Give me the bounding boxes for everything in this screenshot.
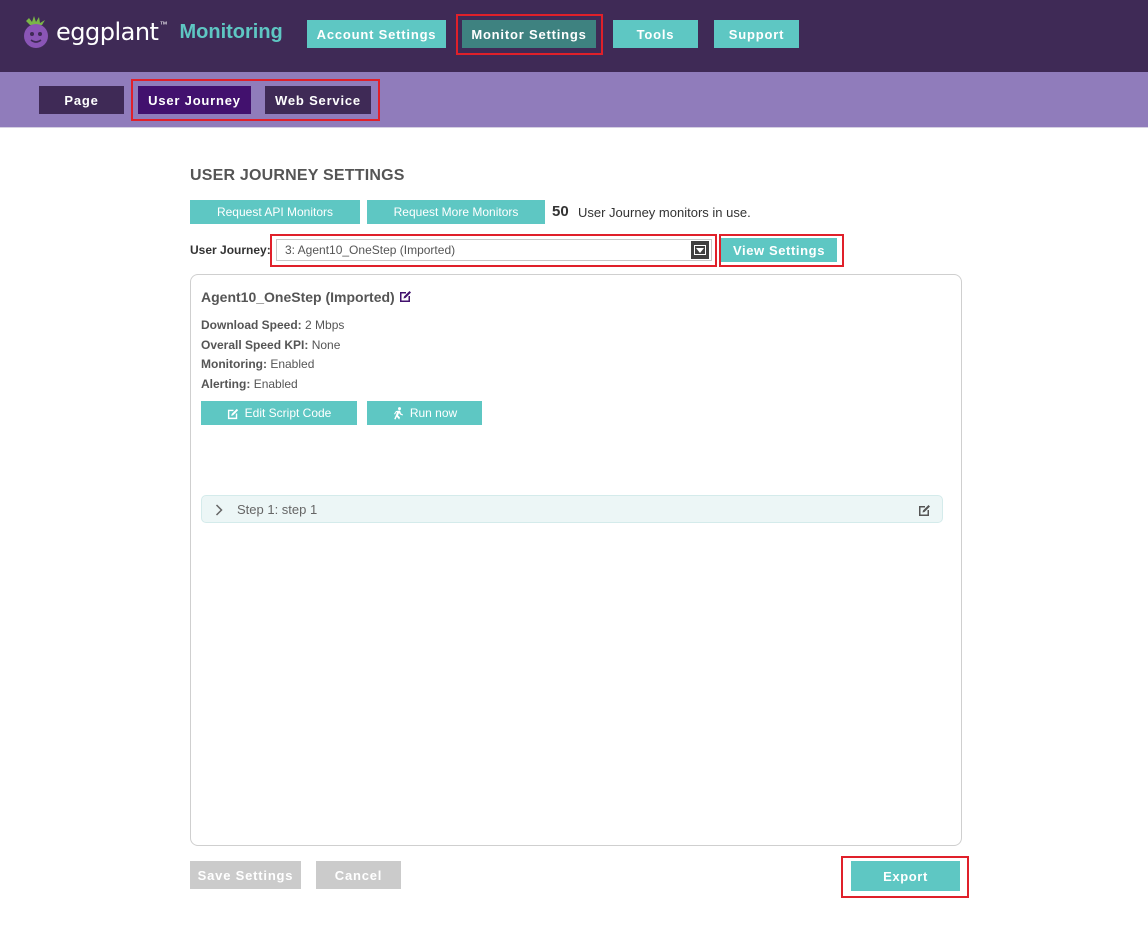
detail-value: Enabled (270, 357, 315, 371)
page-title: USER JOURNEY SETTINGS (190, 167, 405, 184)
detail-label: Monitoring: (201, 357, 267, 371)
tab-page[interactable]: Page (39, 86, 124, 114)
detail-overall-speed-kpi: Overall Speed KPI: None (201, 338, 340, 352)
eggplant-logo-icon (24, 16, 48, 48)
detail-value: 2 Mbps (305, 318, 345, 332)
journey-name: Agent10_OneStep (Imported) (201, 289, 395, 305)
running-person-icon (393, 406, 403, 419)
run-now-label: Run now (409, 406, 458, 420)
sub-nav: Page User Journey Web Service (0, 72, 1148, 128)
step-row[interactable]: Step 1: step 1 (201, 495, 943, 523)
logo-text: eggplant (56, 18, 159, 46)
detail-value: None (311, 338, 341, 352)
nav-support[interactable]: Support (714, 20, 799, 48)
logo[interactable]: eggplant ™ Monitoring (20, 14, 283, 50)
request-more-monitors-button[interactable]: Request More Monitors (367, 200, 545, 224)
monitor-count: 50 (552, 203, 569, 220)
cancel-button[interactable]: Cancel (316, 861, 401, 889)
nav-tools[interactable]: Tools (613, 20, 698, 48)
logo-trademark: ™ (159, 20, 168, 29)
export-button[interactable]: Export (851, 861, 960, 891)
product-name: Monitoring (179, 20, 283, 43)
request-api-monitors-button[interactable]: Request API Monitors (190, 200, 360, 224)
edit-script-code-label: Edit Script Code (244, 406, 332, 420)
detail-monitoring: Monitoring: Enabled (201, 357, 314, 371)
detail-label: Download Speed: (201, 318, 302, 332)
tab-web-service[interactable]: Web Service (265, 86, 371, 114)
chevron-right-icon[interactable] (215, 504, 223, 516)
tab-user-journey[interactable]: User Journey (138, 86, 251, 114)
nav-account-settings[interactable]: Account Settings (307, 20, 446, 48)
dropdown-caret-icon[interactable] (691, 241, 709, 259)
detail-alerting: Alerting: Enabled (201, 377, 298, 391)
save-settings-button[interactable]: Save Settings (190, 861, 301, 889)
detail-download-speed: Download Speed: 2 Mbps (201, 318, 344, 332)
user-journey-select[interactable]: 3: Agent10_OneStep (Imported) (276, 239, 712, 261)
user-journey-label: User Journey: (190, 243, 271, 257)
monitor-count-text: User Journey monitors in use. (578, 205, 751, 220)
top-header: eggplant ™ Monitoring Account Settings M… (0, 0, 1148, 72)
edit-icon[interactable] (918, 503, 932, 517)
run-now-button[interactable]: Run now (367, 401, 482, 425)
step-label: Step 1: step 1 (237, 502, 318, 517)
edit-icon[interactable] (399, 289, 413, 303)
nav-monitor-settings[interactable]: Monitor Settings (462, 20, 596, 48)
detail-label: Alerting: (201, 377, 251, 391)
edit-script-code-button[interactable]: Edit Script Code (201, 401, 357, 425)
detail-label: Overall Speed KPI: (201, 338, 309, 352)
view-settings-button[interactable]: View Settings (721, 238, 837, 262)
detail-value: Enabled (253, 377, 298, 391)
edit-icon (227, 408, 238, 419)
user-journey-selected-value: 3: Agent10_OneStep (Imported) (285, 243, 456, 257)
